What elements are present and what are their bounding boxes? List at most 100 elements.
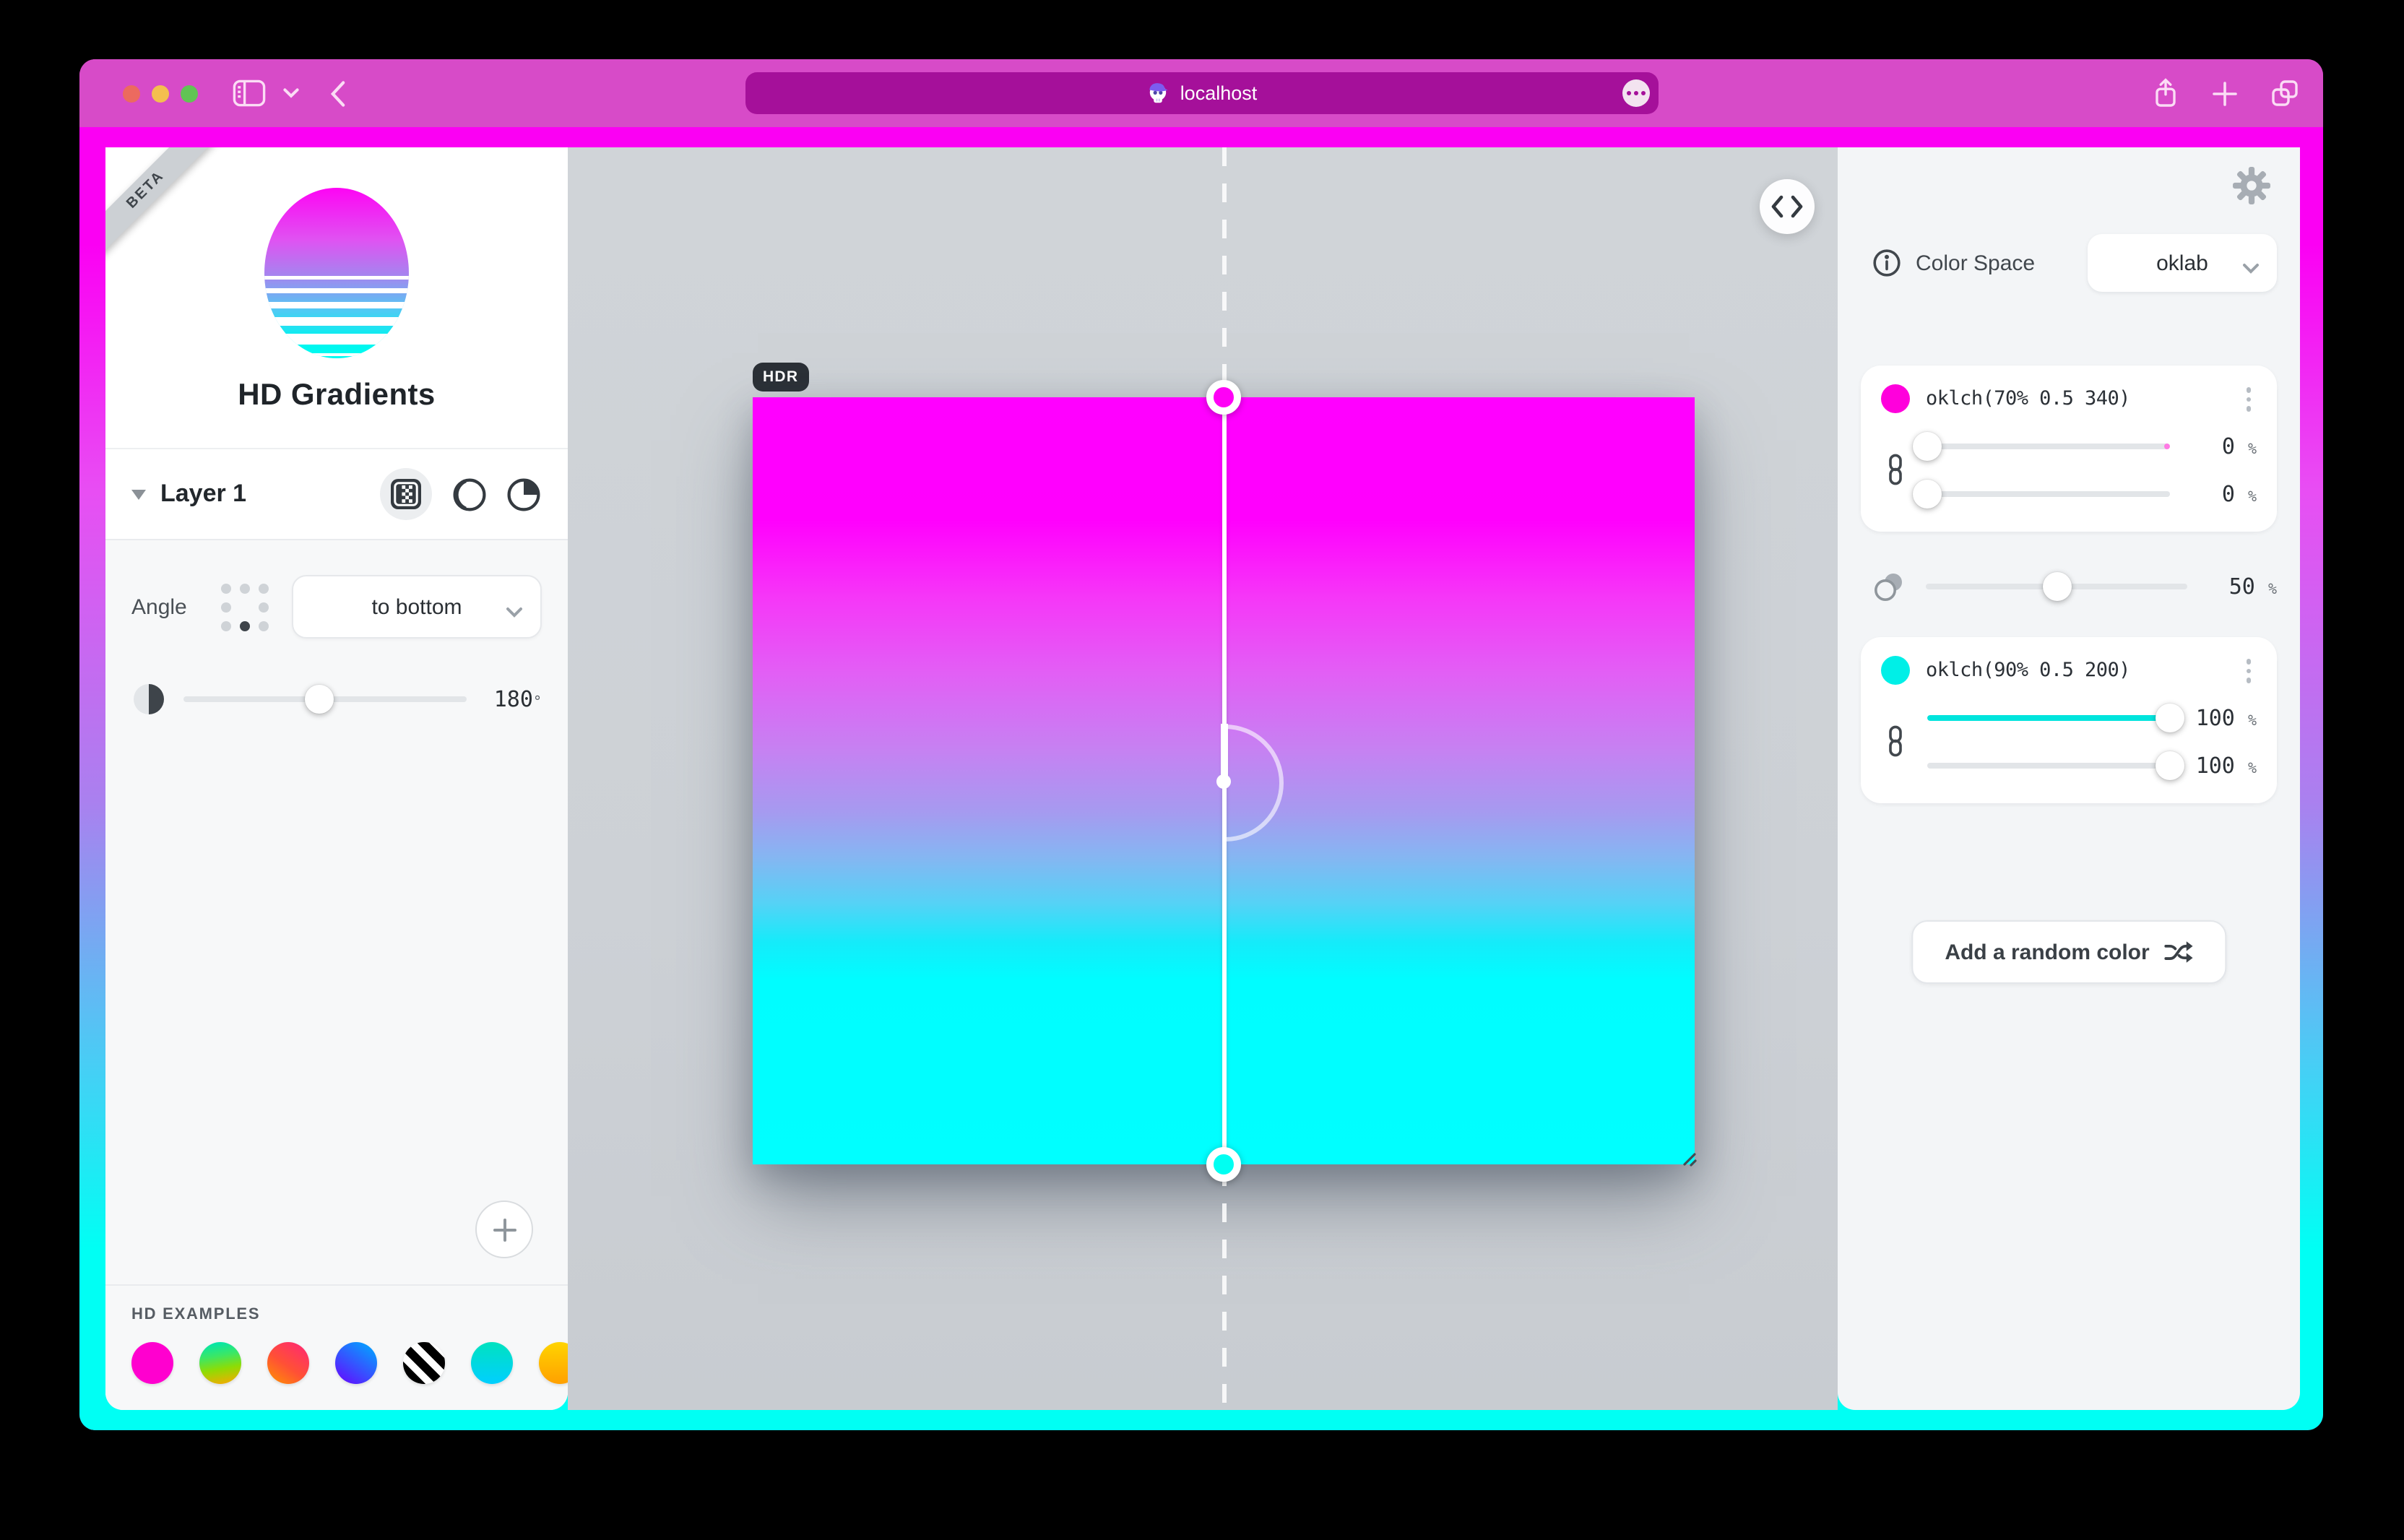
color-stop-value[interactable]: oklch(90% 0.5 200) bbox=[1926, 659, 2130, 683]
direction-bottom-dot[interactable] bbox=[240, 620, 250, 631]
color-stop-card: oklch(90% 0.5 200) bbox=[1861, 637, 2277, 803]
example-swatch-cyan[interactable] bbox=[471, 1342, 513, 1384]
color-panel: Color Space oklab oklch(70% 0.5 340) bbox=[1838, 147, 2300, 1410]
midpoint-row: 50 % bbox=[1872, 571, 2277, 602]
color-swatch[interactable] bbox=[1881, 385, 1910, 414]
page-settings-icon[interactable] bbox=[1622, 79, 1649, 107]
traffic-lights bbox=[79, 85, 198, 102]
zoom-button[interactable] bbox=[181, 85, 198, 102]
link-icon[interactable] bbox=[1881, 454, 1910, 485]
angle-dial-icon bbox=[131, 682, 166, 717]
slider-value: 100 bbox=[2196, 752, 2235, 778]
share-icon[interactable] bbox=[2151, 78, 2180, 108]
address-bar[interactable]: localhost bbox=[745, 72, 1658, 114]
midpoint-icon bbox=[1872, 570, 1906, 603]
browser-window: localhost BETA bbox=[79, 59, 2323, 1430]
layer-type-linear-button[interactable] bbox=[380, 468, 432, 520]
hd-examples-row bbox=[131, 1342, 568, 1384]
beta-ribbon: BETA bbox=[105, 147, 219, 263]
angle-arc bbox=[1221, 724, 1287, 849]
angle-slider[interactable] bbox=[183, 685, 467, 714]
color-space-value: oklab bbox=[2156, 251, 2208, 275]
sidebar-toggle-icon[interactable] bbox=[233, 79, 266, 107]
resize-corner-icon[interactable] bbox=[1674, 1144, 1698, 1175]
midpoint-slider-handle[interactable] bbox=[2042, 572, 2071, 601]
example-swatch-teal-green-orange[interactable] bbox=[199, 1342, 241, 1384]
close-button[interactable] bbox=[123, 85, 140, 102]
link-icon[interactable] bbox=[1881, 725, 1910, 757]
add-layer-button[interactable] bbox=[475, 1201, 533, 1258]
slider-handle[interactable] bbox=[1913, 431, 1942, 460]
slider-unit: % bbox=[2248, 441, 2257, 457]
slider-handle[interactable] bbox=[2156, 750, 2184, 779]
pie-icon bbox=[506, 476, 542, 512]
info-icon[interactable] bbox=[1872, 248, 1901, 277]
midpoint-unit: % bbox=[2268, 582, 2277, 598]
kebab-menu-icon[interactable] bbox=[2240, 656, 2257, 685]
gradient-center-dot[interactable] bbox=[1216, 774, 1231, 789]
gradient-axis-dashed-bottom bbox=[1222, 1167, 1226, 1410]
slider-unit: % bbox=[2248, 489, 2257, 505]
favicon-skull-icon bbox=[1146, 81, 1170, 105]
direction-grid[interactable] bbox=[221, 583, 269, 631]
color-space-label: Color Space bbox=[1916, 251, 2035, 275]
checkered-square-icon bbox=[390, 478, 422, 510]
code-icon bbox=[1771, 195, 1803, 218]
slider-value: 100 bbox=[2196, 704, 2235, 730]
minimize-button[interactable] bbox=[152, 85, 169, 102]
sphere-icon bbox=[451, 476, 487, 512]
shuffle-icon bbox=[2164, 939, 2193, 965]
gradient-axis-dashed-top bbox=[1222, 147, 1226, 396]
example-swatch-yellow-orange[interactable] bbox=[539, 1342, 568, 1384]
slider-handle[interactable] bbox=[2156, 703, 2184, 732]
kebab-menu-icon[interactable] bbox=[2240, 384, 2257, 414]
color-space-select[interactable]: oklab bbox=[2088, 234, 2277, 292]
app-title: HD Gradients bbox=[105, 378, 568, 413]
titlebar: localhost bbox=[79, 59, 2323, 127]
settings-gear-icon[interactable] bbox=[2232, 166, 2271, 212]
gradient-end-handle[interactable] bbox=[1206, 1147, 1241, 1182]
stop-slider-2[interactable] bbox=[1927, 750, 2170, 779]
layer-type-radial-button[interactable] bbox=[451, 476, 487, 512]
example-swatch-pink-orange[interactable] bbox=[267, 1342, 309, 1384]
layer-header: Layer 1 bbox=[105, 448, 568, 539]
chevron-down-icon[interactable] bbox=[283, 88, 299, 98]
new-tab-icon[interactable] bbox=[2212, 80, 2238, 106]
back-icon[interactable] bbox=[331, 80, 345, 106]
address-url: localhost bbox=[1180, 82, 1258, 104]
canvas[interactable]: HDR bbox=[568, 147, 1838, 1410]
screenshot: localhost BETA bbox=[0, 0, 2404, 1540]
gradient-start-handle[interactable] bbox=[1206, 380, 1241, 415]
page-background: BETA HD bbox=[79, 127, 2323, 1430]
stop-slider-2[interactable] bbox=[1927, 479, 2170, 508]
layer-type-conic-button[interactable] bbox=[506, 476, 542, 512]
direction-value: to bottom bbox=[371, 594, 462, 619]
tab-overview-icon[interactable] bbox=[2270, 78, 2300, 108]
collapse-triangle-icon[interactable] bbox=[131, 489, 146, 499]
example-swatch-magenta[interactable] bbox=[131, 1342, 173, 1384]
app-logo-sun bbox=[256, 185, 418, 367]
example-swatch-blue-purple[interactable] bbox=[335, 1342, 377, 1384]
slider-handle[interactable] bbox=[1913, 479, 1942, 508]
midpoint-value: 50 bbox=[2229, 574, 2255, 600]
angle-value: 180 bbox=[494, 686, 533, 712]
color-stop-value[interactable]: oklch(70% 0.5 340) bbox=[1926, 388, 2130, 411]
midpoint-slider[interactable] bbox=[1926, 572, 2187, 601]
left-sidebar: BETA HD bbox=[105, 147, 568, 1410]
slider-value: 0 bbox=[2222, 433, 2235, 459]
stop-slider-1[interactable] bbox=[1927, 703, 2170, 732]
stop-slider-1[interactable] bbox=[1927, 431, 2170, 460]
example-swatch-bw-stripes[interactable] bbox=[403, 1342, 445, 1384]
color-swatch[interactable] bbox=[1881, 657, 1910, 685]
layer-settings: Angle to bottom bbox=[105, 539, 568, 1284]
chevron-down-icon bbox=[2242, 256, 2260, 280]
direction-select[interactable]: to bottom bbox=[292, 575, 542, 639]
add-random-color-button[interactable]: Add a random color bbox=[1911, 920, 2226, 984]
angle-slider-handle[interactable] bbox=[305, 685, 334, 714]
slider-unit: % bbox=[2248, 713, 2257, 729]
slider-unit: % bbox=[2248, 761, 2257, 777]
hd-examples-heading: HD EXAMPLES bbox=[131, 1306, 568, 1323]
angle-unit: ° bbox=[533, 695, 542, 711]
slider-value: 0 bbox=[2222, 480, 2235, 506]
show-code-button[interactable] bbox=[1760, 179, 1815, 234]
